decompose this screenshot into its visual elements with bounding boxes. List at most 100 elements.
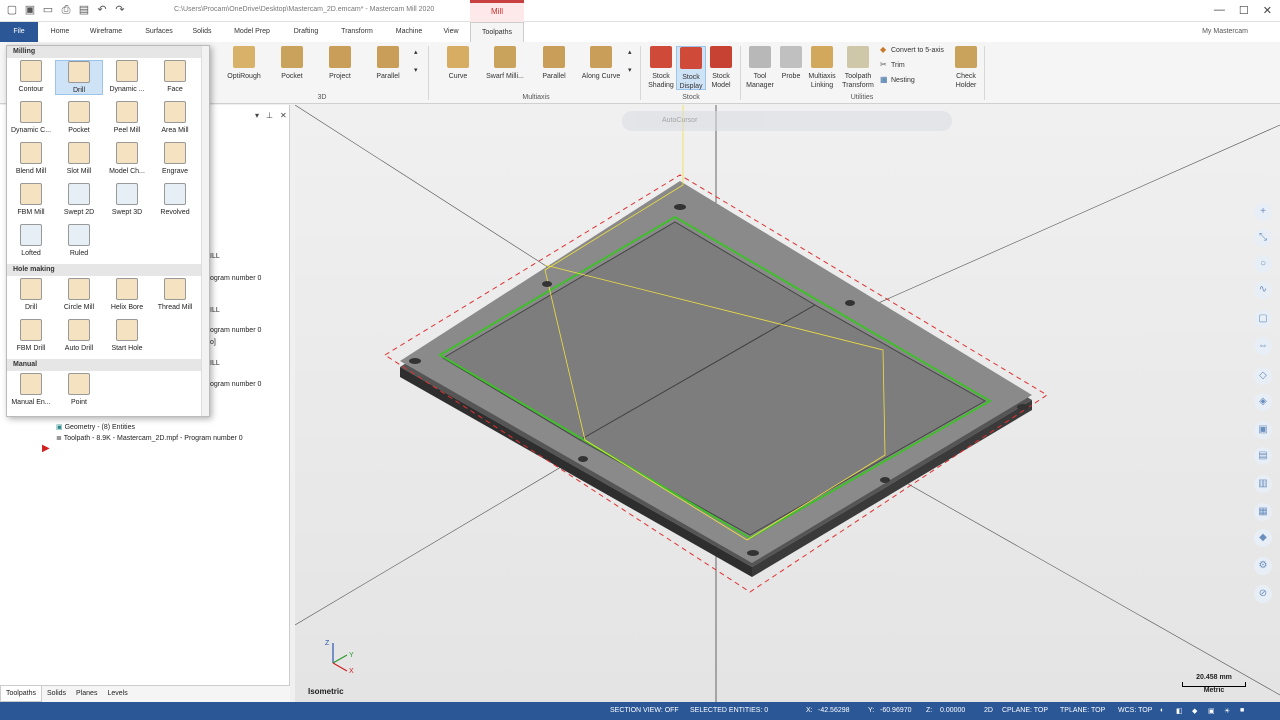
tree-item-toolpath[interactable]: ≣ Toolpath - 8.9K - Mastercam_2D.mpf - P… [56,434,243,442]
view-cube-icon[interactable]: ▣ [1254,421,1272,439]
layers-icon[interactable]: ◆ [1254,529,1272,547]
tool-manager-button[interactable]: Tool Manager [744,46,776,90]
check-holder-button[interactable]: Check Holder [950,46,982,90]
tab-levels-manager[interactable]: Levels [102,686,132,702]
transparency-icon[interactable]: ▣ [1208,707,1215,715]
tab-toolpaths[interactable]: Toolpaths [470,22,524,43]
rotate-icon[interactable]: ○ [1254,255,1272,273]
settings-icon[interactable]: ⚙ [1254,557,1272,575]
tab-solids[interactable]: Solids [186,22,218,42]
redo-icon[interactable]: ↷ [114,4,126,16]
wireframe-icon[interactable]: ◈ [1254,393,1272,411]
tab-home[interactable]: Home [44,22,76,42]
gallery-item-fbm-drill[interactable]: FBM Drill [7,319,55,352]
gallery-item-dynamic-contour[interactable]: Dynamic C... [7,101,55,134]
stock-model-button[interactable]: Stock Model [706,46,736,90]
stock-display-button[interactable]: Stock Display [676,46,706,90]
zoom-out-icon[interactable]: ⤡ [1254,229,1272,247]
dimension-mode-toggle[interactable]: 2D [984,707,993,714]
shading-icon[interactable]: ◐ [1160,707,1164,714]
gallery-item-dynamic-mill[interactable]: Dynamic ... [103,60,151,93]
gallery-scroll-down-icon[interactable]: ▾ [414,66,418,74]
multiaxis-scroll-down-icon[interactable]: ▾ [628,66,632,74]
shaded-icon[interactable]: ◇ [1254,367,1272,385]
graphics-viewport[interactable]: Z Y X AutoCursor + ⤡ ○ ∿ ▢ ⇔ ◇ ◈ ▣ ▤ ▥ ▦… [295,105,1280,702]
tab-solids-manager[interactable]: Solids [42,686,71,702]
probe-button[interactable]: Probe [778,46,804,81]
gallery-item-lofted[interactable]: Lofted [7,224,55,257]
trim-button[interactable]: ✂ Trim [880,61,905,69]
gallery-item-auto-drill[interactable]: Auto Drill [55,319,103,352]
panel-close-icon[interactable]: ✕ [280,111,287,120]
multiaxis-scroll-up-icon[interactable]: ▴ [628,48,632,56]
stock-shading-button[interactable]: Stock Shading [645,46,677,90]
gallery-item-blend-mill[interactable]: Blend Mill [7,142,55,175]
maximize-button[interactable]: ☐ [1239,4,1249,17]
wcs-status[interactable]: WCS: TOP [1118,707,1152,714]
tab-transform[interactable]: Transform [334,22,380,42]
project-button[interactable]: Project [320,46,360,81]
panel-dropdown-icon[interactable]: ▾ [255,111,259,120]
minimize-button[interactable]: — [1214,4,1225,17]
optirough-button[interactable]: OptiRough [222,46,266,81]
gallery-item-contour[interactable]: Contour [7,60,55,93]
gallery-item-circle-mill[interactable]: Circle Mill [55,278,103,311]
gallery-item-hole-drill[interactable]: Drill [7,278,55,311]
autocursor-toolbar[interactable]: AutoCursor [622,111,952,131]
gallery-item-swept-3d[interactable]: Swept 3D [103,183,151,216]
gallery-item-drill[interactable]: Drill [55,60,103,95]
undo-icon[interactable]: ↶ [96,4,108,16]
gallery-item-fbm-mill[interactable]: FBM Mill [7,183,55,216]
display-icon[interactable]: ◧ [1176,707,1183,715]
gallery-item-thread-mill[interactable]: Thread Mill [151,278,199,311]
isometric-icon[interactable]: ▤ [1254,447,1272,465]
multiaxis-linking-button[interactable]: Multiaxis Linking [804,46,840,90]
gallery-scrollbar[interactable] [201,46,209,416]
swarf-milling-button[interactable]: Swarf Milli... [482,46,528,81]
gallery-item-slot-mill[interactable]: Slot Mill [55,142,103,175]
open-folder-icon[interactable]: ▭ [42,4,54,16]
new-file-icon[interactable]: ▢ [6,4,18,16]
tree-item-geometry[interactable]: ▣ Geometry - (8) Entities [56,423,135,431]
curve-button[interactable]: Curve [438,46,478,81]
fit-icon[interactable]: ▢ [1254,310,1272,328]
nesting-button[interactable]: ▦ Nesting [880,76,915,84]
gallery-item-revolved[interactable]: Revolved [151,183,199,216]
section-view-icon[interactable]: ⇔ [1254,337,1272,355]
color-icon[interactable]: ■ [1240,707,1244,714]
lighting-icon[interactable]: ☀ [1224,707,1230,715]
pan-icon[interactable]: ∿ [1254,281,1272,299]
gallery-scroll-up-icon[interactable]: ▴ [414,48,418,56]
top-view-icon[interactable]: ▥ [1254,475,1272,493]
tab-view[interactable]: View [436,22,466,42]
convert-5-axis-button[interactable]: ◆ Convert to 5-axis [880,46,944,54]
tab-surfaces[interactable]: Surfaces [138,22,180,42]
tab-wireframe[interactable]: Wireframe [84,22,128,42]
parallel-3d-button[interactable]: Parallel [368,46,408,81]
gallery-item-start-hole[interactable]: Start Hole [103,319,151,352]
save-icon[interactable]: ▣ [24,4,36,16]
cplane-status[interactable]: CPLANE: TOP [1002,707,1048,714]
gallery-item-peel-mill[interactable]: Peel Mill [103,101,151,134]
gallery-item-manual-entry[interactable]: Manual En... [7,373,55,406]
section-view-status[interactable]: SECTION VIEW: OFF [610,707,679,714]
gallery-item-helix-bore[interactable]: Helix Bore [103,278,151,311]
tab-drafting[interactable]: Drafting [284,22,328,42]
tplane-status[interactable]: TPLANE: TOP [1060,707,1105,714]
gallery-item-engrave[interactable]: Engrave [151,142,199,175]
pocket-3d-button[interactable]: Pocket [272,46,312,81]
gallery-item-face[interactable]: Face [151,60,199,93]
pin-icon[interactable]: ⊥ [266,111,273,120]
insert-arrow-icon[interactable]: ▶ [42,443,50,454]
parallel-multiaxis-button[interactable]: Parallel [534,46,574,81]
zoom-in-icon[interactable]: + [1254,203,1272,221]
tab-planes-manager[interactable]: Planes [71,686,102,702]
tab-model-prep[interactable]: Model Prep [226,22,278,42]
print-preview-icon[interactable]: ▤ [78,4,90,16]
clear-icon[interactable]: ⊘ [1254,585,1272,603]
gallery-item-model-chamfer[interactable]: Model Ch... [103,142,151,175]
toolpath-transform-button[interactable]: Toolpath Transform [840,46,876,90]
tab-toolpaths-manager[interactable]: Toolpaths [0,686,42,702]
along-curve-button[interactable]: Along Curve [578,46,624,81]
close-button[interactable]: ✕ [1263,4,1272,17]
